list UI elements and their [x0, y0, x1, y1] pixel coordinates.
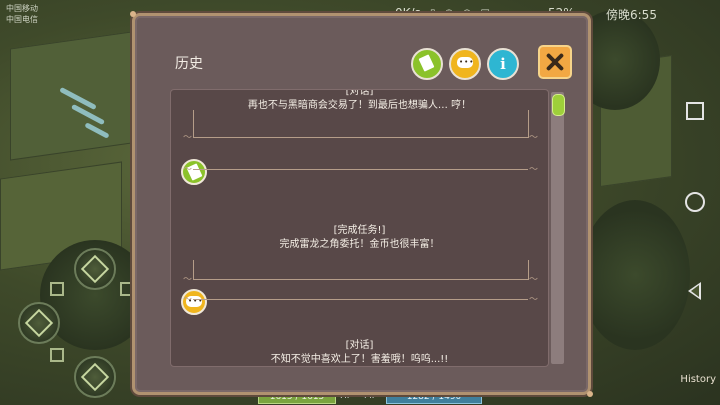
- chevron-down-icon: [80, 362, 110, 392]
- recents-button[interactable]: [686, 102, 704, 120]
- entry-divider: [183, 130, 538, 143]
- carrier-2: 中国电信: [6, 15, 38, 24]
- list-item: [完成任务!] 完成雷龙之角委托！金币也很丰富！: [171, 224, 548, 252]
- dpad-corner: [50, 282, 64, 296]
- skill-button-left[interactable]: [18, 302, 60, 344]
- frame-line: [193, 110, 194, 138]
- chevron-up-icon: [80, 254, 110, 284]
- info-icon: i: [500, 55, 506, 73]
- history-button[interactable]: History: [668, 358, 720, 402]
- clock: 傍晚6:55: [606, 8, 657, 22]
- dpad-corner: [50, 348, 64, 362]
- quest-scroll-icon: [418, 54, 435, 72]
- dialog-title: 历史: [175, 56, 203, 72]
- entry-text: 完成雷龙之角委托！金币也很丰富！: [279, 239, 440, 250]
- frame-line: [528, 110, 529, 138]
- scroll-thumb[interactable]: [552, 94, 565, 116]
- list-scrollbar[interactable]: [551, 92, 565, 364]
- close-button[interactable]: [538, 45, 572, 79]
- entry-divider: [183, 292, 538, 305]
- entry-title: [对话]: [345, 340, 374, 351]
- entry-title: [完成任务!]: [333, 225, 386, 236]
- history-list[interactable]: [对话] 再也不与黑暗商会交易了！到最后也想骗人… 哼！ [完成任务!] 完成雷…: [170, 89, 549, 367]
- skill-button-down[interactable]: [74, 356, 116, 398]
- entry-title: [对话]: [345, 89, 374, 97]
- android-nav-bar: [664, 0, 720, 405]
- home-button[interactable]: [685, 192, 705, 212]
- list-item: [对话] 不知不觉中喜欢上了！害羞哦！呜呜...!!: [171, 339, 548, 366]
- chat-filter-button[interactable]: •••: [449, 48, 481, 80]
- chevron-left-icon: [24, 308, 54, 338]
- frame-line: [193, 260, 194, 280]
- list-item: [对话] 再也不与黑暗商会交易了！到最后也想骗人… 哼！: [171, 89, 548, 113]
- quest-filter-button[interactable]: [411, 48, 443, 80]
- skill-button-up[interactable]: [74, 248, 116, 290]
- back-button[interactable]: [688, 282, 701, 300]
- carrier-labels: 中国移动 中国电信: [6, 3, 38, 25]
- history-dialog: 历史 ••• i [对话] 再也不与黑暗商会交易了！到最后也想骗人… 哼！ [完…: [130, 11, 593, 397]
- entry-text: 不知不觉中喜欢上了！害羞哦！呜呜...!!: [270, 354, 449, 365]
- speech-bubble-icon: •••: [457, 57, 475, 68]
- entry-text: 再也不与黑暗商会交易了！到最后也想骗人… 哼！: [247, 100, 472, 111]
- carrier-1: 中国移动: [6, 4, 38, 13]
- entry-divider: [183, 272, 538, 285]
- info-button[interactable]: i: [487, 48, 519, 80]
- entry-divider: [183, 162, 538, 175]
